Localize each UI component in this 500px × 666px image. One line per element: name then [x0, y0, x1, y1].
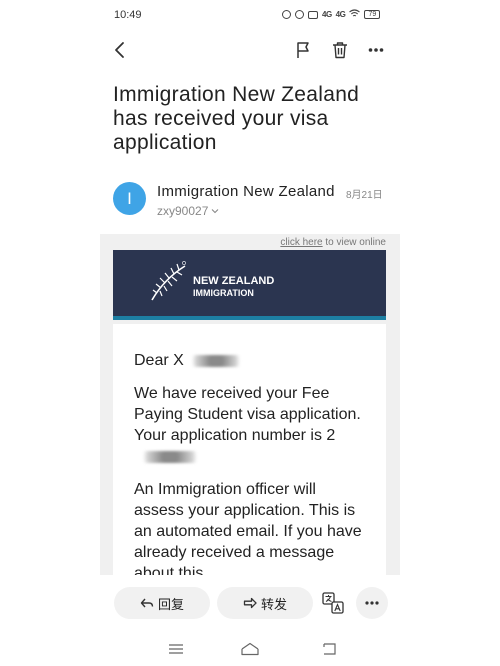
- view-online-text: to view online: [322, 237, 386, 248]
- email-date: 8月21日: [346, 190, 383, 201]
- back-button[interactable]: [108, 38, 132, 62]
- brand-line-1: NEW ZEALAND: [193, 275, 275, 287]
- email-body: click here to view online NEW ZEALAND IM…: [100, 234, 400, 575]
- view-online-link[interactable]: click here: [280, 237, 322, 248]
- alarm-icon: [282, 10, 291, 19]
- status-icons: 4G 4G 79: [282, 9, 381, 20]
- vpn-icon: [295, 10, 304, 19]
- home-button[interactable]: [239, 640, 261, 658]
- paragraph-2: An Immigration officer will assess your …: [134, 481, 362, 575]
- view-online-line: click here to view online: [280, 237, 386, 248]
- status-time: 10:49: [114, 9, 142, 21]
- recipient[interactable]: zxy90027: [157, 204, 219, 218]
- forward-label: 转发: [260, 596, 287, 612]
- status-bar: 10:49 4G 4G 79: [0, 0, 500, 32]
- wifi-icon: [349, 9, 361, 20]
- nfc-icon: [308, 10, 318, 19]
- sender-avatar[interactable]: I: [113, 182, 146, 215]
- flag-icon: [297, 42, 309, 58]
- reply-label: 回复: [157, 596, 184, 612]
- system-nav: [0, 636, 500, 666]
- signal-4g-icon: 4G: [322, 10, 332, 19]
- translate-icon: [322, 592, 344, 614]
- back-icon: [323, 643, 336, 655]
- inz-banner: NEW ZEALAND IMMIGRATION: [113, 250, 386, 320]
- menu-icon: [169, 644, 183, 654]
- silver-fern-logo: [151, 261, 186, 301]
- forward-icon: [243, 597, 257, 609]
- redacted-name: [183, 354, 248, 367]
- more-actions-button[interactable]: [356, 587, 388, 619]
- more-button[interactable]: [364, 38, 388, 62]
- greeting-text: Dear X: [134, 352, 184, 369]
- battery-icon: 79: [364, 10, 381, 19]
- email-subject: Immigration New Zealand has received you…: [113, 83, 360, 154]
- action-bar: 回复 转发: [0, 586, 500, 622]
- reply-icon: [140, 598, 154, 608]
- chevron-left-icon: [115, 42, 124, 58]
- recent-apps-button[interactable]: [165, 640, 187, 658]
- translate-button[interactable]: [320, 590, 346, 616]
- system-back-button[interactable]: [318, 640, 340, 658]
- chevron-down-icon: [211, 209, 219, 214]
- redacted-number: [134, 450, 206, 463]
- top-nav: [0, 34, 500, 66]
- greeting: Dear X: [134, 350, 368, 371]
- more-horizontal-icon: [365, 601, 379, 605]
- paragraph-1: We have received your Fee Paying Student…: [134, 383, 368, 467]
- sender-name[interactable]: Immigration New Zealand: [157, 183, 339, 200]
- avatar-letter: I: [127, 188, 132, 208]
- brand-line-2: IMMIGRATION: [193, 288, 254, 298]
- more-horizontal-icon: [368, 48, 384, 52]
- paragraph-1-text: We have received your Fee Paying Student…: [134, 385, 361, 444]
- recipient-name: zxy90027: [157, 204, 209, 218]
- delete-button[interactable]: [328, 38, 352, 62]
- forward-button[interactable]: 转发: [217, 587, 313, 619]
- reply-button[interactable]: 回复: [114, 587, 210, 619]
- letter-content: Dear X We have received your Fee Paying …: [113, 324, 386, 575]
- flag-button[interactable]: [291, 38, 315, 62]
- trash-icon: [333, 42, 347, 59]
- home-icon: [241, 642, 259, 656]
- signal-4g-icon-2: 4G: [335, 10, 346, 19]
- brand-text: NEW ZEALAND IMMIGRATION: [193, 275, 274, 299]
